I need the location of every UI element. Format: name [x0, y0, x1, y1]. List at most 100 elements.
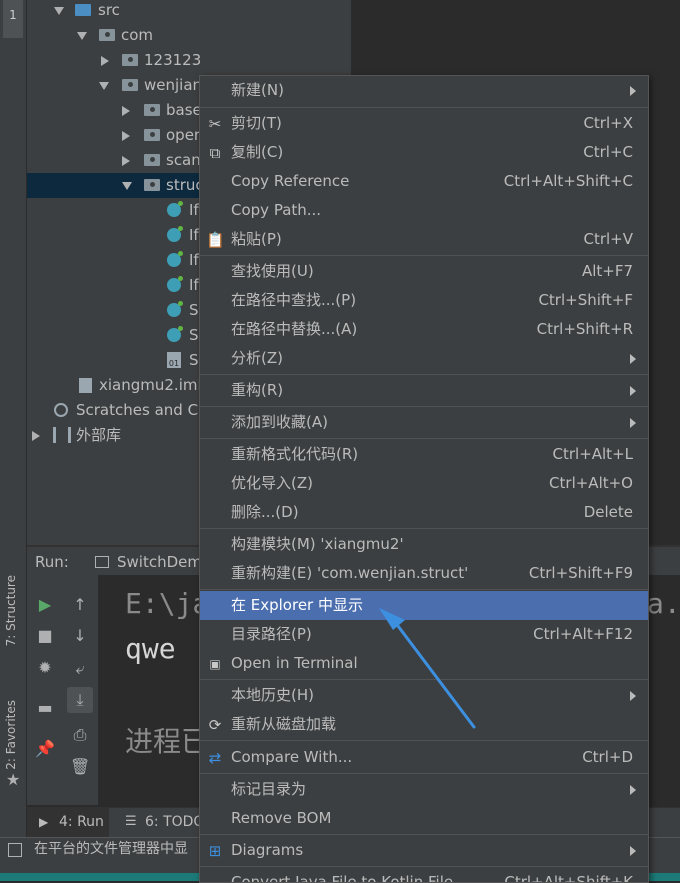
tree-row-com[interactable]: com — [27, 23, 351, 48]
menu-item-shortcut: Ctrl+D — [582, 748, 633, 766]
tree-label: 外部库 — [76, 426, 122, 444]
menu-item-copy[interactable]: ⧉ 复制(C) Ctrl+C — [200, 138, 648, 167]
tree-label: struc — [166, 176, 204, 194]
tree-label: S — [189, 301, 199, 319]
menu-item-add-to-favorites[interactable]: 添加到收藏(A) — [200, 408, 648, 437]
package-icon — [122, 54, 138, 66]
menu-item-label: 新建(N) — [231, 81, 284, 99]
pin-icon[interactable]: 📌 — [35, 739, 55, 759]
package-icon — [144, 104, 160, 116]
expand-icon[interactable] — [99, 82, 109, 90]
tree-label: com — [121, 26, 154, 44]
menu-item-local-history[interactable]: 本地历史(H) — [200, 681, 648, 710]
console-line-tail: a. — [647, 587, 680, 620]
up-arrow-icon[interactable]: ↑ — [70, 595, 90, 615]
run-toolbar-secondary: ↑ ↓ ⤶ ⤓ ⎙ 🗑 — [62, 575, 99, 805]
status-toggle-icon[interactable] — [8, 843, 22, 857]
trash-icon[interactable]: 🗑 — [70, 757, 90, 777]
reload-icon: ⟳ — [208, 716, 222, 734]
console-line: 进程已 — [125, 725, 210, 758]
menu-item-label: Diagrams — [231, 841, 304, 859]
source-folder-icon — [75, 4, 91, 16]
console-line: E:\ja — [125, 587, 210, 620]
submenu-arrow-icon — [630, 418, 636, 428]
collapse-icon[interactable] — [101, 56, 109, 66]
scissors-icon: ✂ — [208, 115, 222, 133]
menu-item-label: 优化导入(Z) — [231, 474, 313, 492]
debug-icon[interactable]: ✹ — [35, 658, 55, 678]
menu-item-shortcut: Alt+F7 — [581, 262, 633, 280]
menu-item-label: 分析(Z) — [231, 349, 283, 367]
menu-item-remove-bom[interactable]: Remove BOM — [200, 804, 648, 833]
tree-label: If — [189, 226, 199, 244]
menu-item-cut[interactable]: ✂ 剪切(T) Ctrl+X — [200, 109, 648, 138]
favorites-tab[interactable]: 2: Favorites — [4, 700, 18, 770]
menu-separator — [200, 406, 648, 407]
project-tab[interactable]: 1 — [3, 0, 23, 38]
menu-item-replace-in-path[interactable]: 在路径中替换...(A) Ctrl+Shift+R — [200, 315, 648, 344]
tree-row-src[interactable]: src — [27, 0, 351, 23]
run-tab-label: 4: Run — [59, 814, 104, 830]
tree-label: scan — [166, 151, 201, 169]
down-arrow-icon[interactable]: ↓ — [70, 626, 90, 646]
menu-item-open-in-terminal[interactable]: ▣ Open in Terminal — [200, 649, 648, 678]
menu-item-find-usages[interactable]: 查找使用(U) Alt+F7 — [200, 257, 648, 286]
tree-row-123123[interactable]: 123123 — [27, 48, 351, 73]
menu-item-label: 粘贴(P) — [231, 230, 282, 248]
expand-icon[interactable] — [54, 7, 64, 15]
menu-item-find-in-path[interactable]: 在路径中查找...(P) Ctrl+Shift+F — [200, 286, 648, 315]
collapse-icon[interactable] — [32, 431, 40, 441]
print-icon[interactable]: ⎙ — [70, 725, 90, 745]
menu-separator — [200, 528, 648, 529]
menu-item-delete[interactable]: 删除...(D) Delete — [200, 498, 648, 527]
menu-item-label: Copy Path... — [231, 201, 322, 219]
menu-item-copy-reference[interactable]: Copy Reference Ctrl+Alt+Shift+C — [200, 167, 648, 196]
menu-item-directory-path[interactable]: 目录路径(P) Ctrl+Alt+F12 — [200, 620, 648, 649]
menu-separator — [200, 374, 648, 375]
menu-item-diagrams[interactable]: ⊞ Diagrams — [200, 836, 648, 865]
collapse-icon[interactable] — [122, 106, 130, 116]
menu-item-analyze[interactable]: 分析(Z) — [200, 344, 648, 373]
menu-item-mark-directory-as[interactable]: 标记目录为 — [200, 775, 648, 804]
tree-label: src — [98, 1, 120, 19]
submenu-arrow-icon — [630, 846, 636, 856]
menu-item-label: 本地历史(H) — [231, 686, 314, 704]
structure-tab[interactable]: 7: Structure — [4, 575, 18, 646]
run-tool-tab[interactable]: ▶ 4: Run — [27, 808, 109, 838]
menu-separator — [200, 834, 648, 835]
menu-item-label: 目录路径(P) — [231, 625, 312, 643]
menu-item-optimize-imports[interactable]: 优化导入(Z) Ctrl+Alt+O — [200, 469, 648, 498]
menu-item-compare-with[interactable]: ⇄ Compare With... Ctrl+D — [200, 743, 648, 772]
expand-icon[interactable] — [122, 182, 132, 190]
package-icon — [144, 129, 160, 141]
class-icon — [167, 276, 183, 292]
menu-item-show-in-explorer[interactable]: 在 Explorer 中显示 — [200, 591, 648, 620]
menu-item-new[interactable]: 新建(N) — [200, 76, 648, 105]
menu-separator — [200, 866, 648, 867]
clipboard-icon: 📋 — [206, 231, 225, 249]
menu-item-paste[interactable]: 📋 粘贴(P) Ctrl+V — [200, 225, 648, 254]
menu-item-refactor[interactable]: 重构(R) — [200, 376, 648, 405]
menu-item-build-module[interactable]: 构建模块(M) 'xiangmu2' — [200, 530, 648, 559]
menu-item-shortcut: Delete — [583, 503, 633, 521]
menu-item-label: 添加到收藏(A) — [231, 413, 328, 431]
collapse-icon[interactable] — [122, 156, 130, 166]
menu-item-copy-path[interactable]: Copy Path... — [200, 196, 648, 225]
menu-item-label: 剪切(T) — [231, 114, 282, 132]
soft-wrap-icon[interactable]: ⤶ — [70, 659, 90, 679]
menu-item-reload-from-disk[interactable]: ⟳ 重新从磁盘加载 — [200, 710, 648, 739]
expand-icon[interactable] — [77, 32, 87, 40]
menu-item-reformat-code[interactable]: 重新格式化代码(R) Ctrl+Alt+L — [200, 440, 648, 469]
menu-separator — [200, 740, 648, 741]
menu-item-label: 重新构建(E) 'com.wenjian.struct' — [231, 564, 469, 582]
scroll-to-end-icon[interactable]: ⤓ — [67, 687, 93, 713]
layout-icon[interactable]: ▬ — [35, 698, 55, 718]
package-icon — [122, 79, 138, 91]
menu-item-shortcut: Ctrl+Alt+L — [552, 445, 634, 463]
stop-icon[interactable]: ■ — [35, 626, 55, 646]
copy-icon: ⧉ — [209, 144, 221, 162]
tree-label: oper — [166, 126, 201, 144]
rerun-icon[interactable]: ▶ — [35, 595, 55, 615]
collapse-icon[interactable] — [122, 131, 130, 141]
menu-item-rebuild[interactable]: 重新构建(E) 'com.wenjian.struct' Ctrl+Shift+… — [200, 559, 648, 588]
